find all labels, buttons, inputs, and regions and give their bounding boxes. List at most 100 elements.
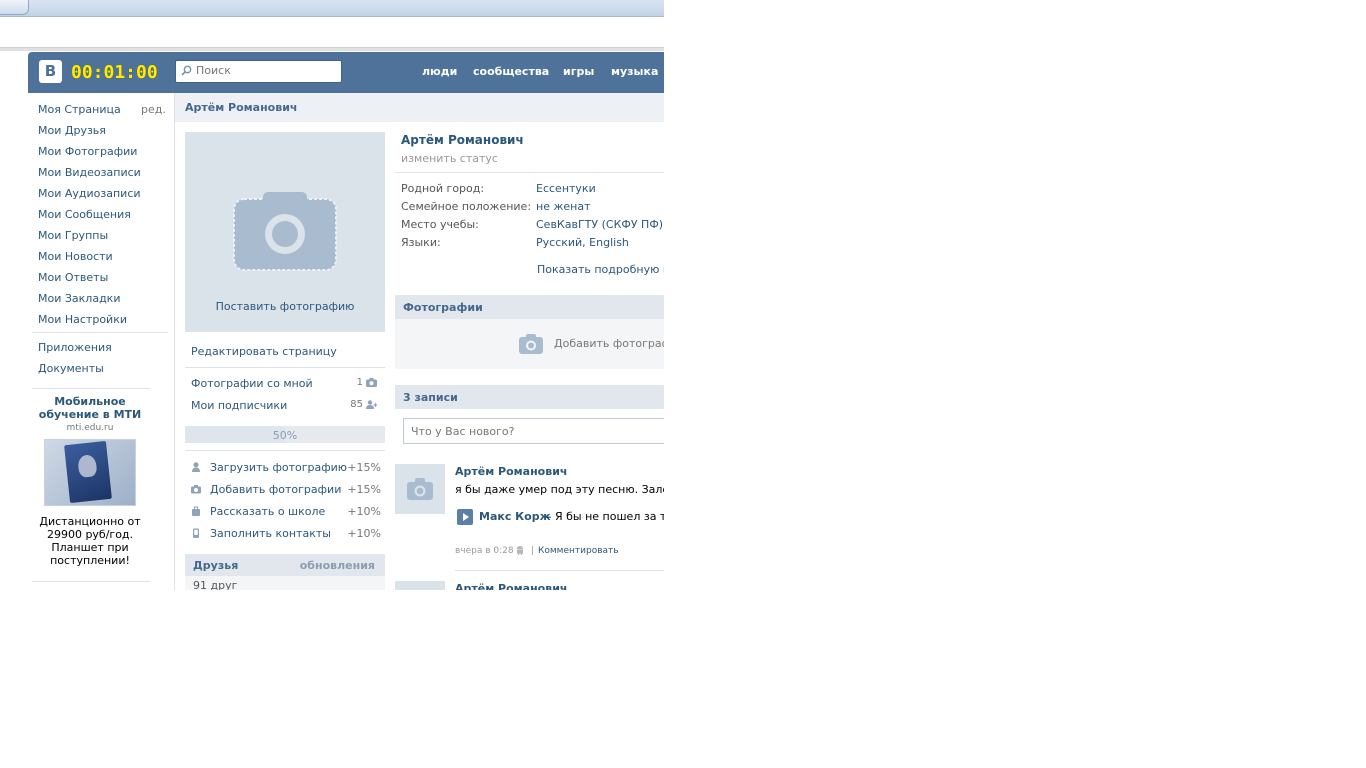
nav-music[interactable]: музыка — [611, 65, 658, 78]
search-input[interactable] — [196, 64, 336, 77]
sidebar-item-photos[interactable]: Мои Фотографии — [38, 145, 137, 158]
browser-viewport: В 00:01:00 люди сообщества игры музыка М… — [0, 0, 664, 590]
play-icon[interactable] — [457, 509, 473, 525]
followers-icon — [366, 400, 377, 409]
edit-page-link[interactable]: Редактировать страницу — [191, 345, 337, 358]
info-value-languages[interactable]: Русский, English — [536, 236, 629, 249]
task-label[interactable]: Загрузить фотографию — [210, 461, 347, 474]
nav-games[interactable]: игры — [563, 65, 594, 78]
audio-artist[interactable]: Макс Корж — [479, 510, 551, 523]
site-header: В 00:01:00 люди сообщества игры музыка — [28, 52, 664, 93]
audio-title: – Я бы не пошел за тоб — [546, 510, 664, 523]
sidebar-item-apps[interactable]: Приложения — [38, 341, 112, 354]
counter-value: 1 — [356, 377, 363, 388]
post-avatar[interactable] — [395, 581, 445, 590]
profile-completeness-bar: 50% — [185, 426, 385, 443]
change-status-link[interactable]: изменить статус — [401, 152, 498, 165]
browser-tabstrip — [0, 0, 664, 17]
task-label[interactable]: Добавить фотографии — [210, 483, 341, 496]
search-icon — [181, 65, 192, 76]
info-value-relationship[interactable]: не женат — [536, 200, 590, 213]
friends-count: 91 друг — [193, 579, 238, 590]
left-sidebar: Моя Страница ред. Мои Друзья Мои Фотогра… — [28, 93, 174, 590]
sidebar-item-groups[interactable]: Мои Группы — [38, 229, 108, 242]
sidebar-item-answers[interactable]: Мои Ответы — [38, 271, 108, 284]
sidebar-item-audio[interactable]: Мои Аудиозаписи — [38, 187, 141, 200]
sidebar-item-documents[interactable]: Документы — [38, 362, 104, 375]
wall-post-box[interactable] — [403, 418, 664, 444]
divider — [395, 172, 664, 173]
wall-title[interactable]: 3 записи — [403, 391, 458, 404]
emblem-icon — [77, 454, 98, 478]
timer-overlay: 00:01:00 — [71, 62, 158, 83]
sidebar-ad[interactable]: Мобильное обучение в МТИ mti.edu.ru Дист… — [32, 395, 148, 567]
ad-title[interactable]: Мобильное обучение в МТИ — [32, 395, 148, 421]
page-title: Артём Романович — [185, 101, 298, 114]
friends-updates-link[interactable]: обновления — [300, 559, 375, 572]
friends-title[interactable]: Друзья — [193, 559, 238, 572]
post-author[interactable]: Артём Романович — [455, 465, 567, 478]
info-value-education[interactable]: СевКавГТУ (СКФУ ПФ) — [536, 218, 663, 231]
sidebar-item-news[interactable]: Мои Новости — [38, 250, 113, 263]
vk-logo[interactable]: В — [39, 60, 62, 83]
wall-header[interactable]: 3 записи — [395, 385, 664, 409]
post-avatar[interactable] — [395, 464, 445, 514]
ad-text[interactable]: Дистанционно от 29900 руб/год. Планшет п… — [32, 515, 148, 567]
task-value: +15% — [347, 483, 381, 496]
counter-photos-with-me[interactable]: Фотографии со мной 1 — [191, 377, 381, 390]
camera-icon — [233, 192, 337, 271]
camera-icon — [519, 334, 543, 354]
info-key-languages: Языки: — [401, 236, 441, 249]
friends-count-bar: 91 друг — [185, 576, 385, 590]
task-value: +10% — [347, 527, 381, 540]
camera-icon — [407, 478, 433, 500]
sidebar-item-videos[interactable]: Мои Видеозаписи — [38, 166, 141, 179]
counter-label[interactable]: Фотографии со мной — [191, 377, 313, 390]
phone-icon — [193, 528, 199, 538]
sidebar-item-messages[interactable]: Мои Сообщения — [38, 208, 131, 221]
sidebar-item-bookmarks[interactable]: Мои Закладки — [38, 292, 120, 305]
sidebar-divider — [32, 388, 150, 389]
wall-post-input[interactable] — [411, 425, 661, 438]
comment-link[interactable]: Комментировать — [538, 546, 619, 556]
info-key-hometown: Родной город: — [401, 182, 485, 195]
show-more-info-link[interactable]: Показать подробную инф — [537, 263, 664, 276]
sidebar-item-friends[interactable]: Мои Друзья — [38, 124, 106, 137]
profile-avatar[interactable]: Поставить фотографию — [185, 132, 385, 332]
photos-body: Добавить фотографии — [395, 319, 664, 369]
task-value: +15% — [347, 461, 381, 474]
ad-url[interactable]: mti.edu.ru — [32, 423, 148, 433]
post-text: я бы даже умер под эту песню. Залетела и — [455, 483, 664, 496]
divider — [185, 367, 385, 368]
add-photos-link[interactable]: Добавить фотографии — [554, 337, 664, 350]
camera-icon — [366, 378, 377, 387]
info-key-education: Место учебы: — [401, 218, 479, 231]
browser-toolbar — [0, 17, 664, 47]
info-value-hometown[interactable]: Ессентуки — [536, 182, 596, 195]
profile-name: Артём Романович — [401, 133, 524, 147]
nav-people[interactable]: люди — [422, 65, 457, 78]
search-box[interactable] — [175, 60, 342, 83]
sidebar-divider — [32, 332, 168, 333]
sidebar-item-my-page[interactable]: Моя Страница — [38, 103, 121, 116]
set-photo-link[interactable]: Поставить фотографию — [185, 300, 385, 313]
counter-label[interactable]: Мои подписчики — [191, 399, 287, 412]
photos-title[interactable]: Фотографии — [403, 301, 483, 314]
friends-header[interactable]: Друзья обновления — [185, 554, 385, 576]
sidebar-edit-link[interactable]: ред. — [141, 103, 166, 116]
ad-image[interactable] — [44, 439, 136, 506]
sidebar-border — [174, 93, 175, 590]
user-icon — [192, 462, 200, 472]
nav-communities[interactable]: сообщества — [473, 65, 549, 78]
sidebar-item-settings[interactable]: Мои Настройки — [38, 313, 127, 326]
task-label[interactable]: Заполнить контакты — [210, 527, 331, 540]
android-icon — [517, 546, 523, 555]
browser-tab[interactable] — [0, 0, 29, 15]
photos-header[interactable]: Фотографии — [395, 295, 664, 319]
post-time[interactable]: вчера в 0:28 — [455, 546, 514, 556]
task-label[interactable]: Рассказать о школе — [210, 505, 325, 518]
page-titlebar: Артём Романович — [175, 93, 664, 122]
meta-separator: | — [531, 546, 535, 556]
post-author[interactable]: Артём Романович — [455, 582, 567, 590]
counter-followers[interactable]: Мои подписчики 85 — [191, 399, 381, 412]
